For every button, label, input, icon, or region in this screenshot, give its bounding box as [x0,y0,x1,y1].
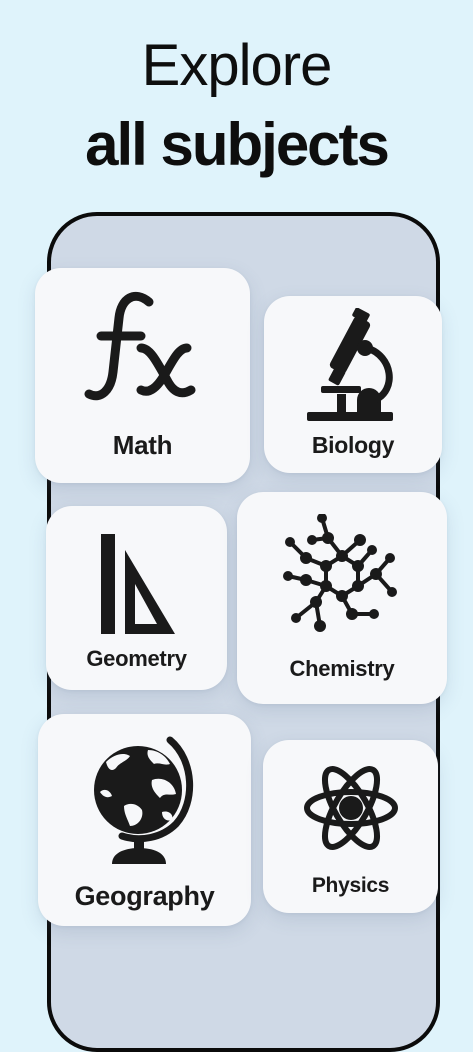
atom-icon [263,756,438,860]
subject-card-biology[interactable]: Biology [264,296,442,473]
subject-card-geography[interactable]: Geography [38,714,251,926]
subject-label-geometry: Geometry [86,646,187,671]
subject-label-physics: Physics [311,874,390,897]
subject-label-geography: Geography [74,881,215,911]
function-fx-icon [35,290,250,415]
subject-label-chemistry: Chemistry [289,656,395,681]
subject-label-math: Math [112,430,173,460]
ruler-triangle-icon [46,532,227,636]
globe-icon [38,732,251,872]
subject-card-geometry[interactable]: Geometry [46,506,227,690]
subject-card-physics[interactable]: Physics [263,740,438,913]
subject-label-biology: Biology [311,432,395,458]
molecule-icon [237,514,447,640]
headline-all-subjects: all subjects [85,111,390,178]
microscope-icon [264,308,442,424]
subject-card-chemistry[interactable]: Chemistry [237,492,447,704]
headline-explore: Explore [141,33,333,98]
subject-card-math[interactable]: Math [35,268,250,483]
